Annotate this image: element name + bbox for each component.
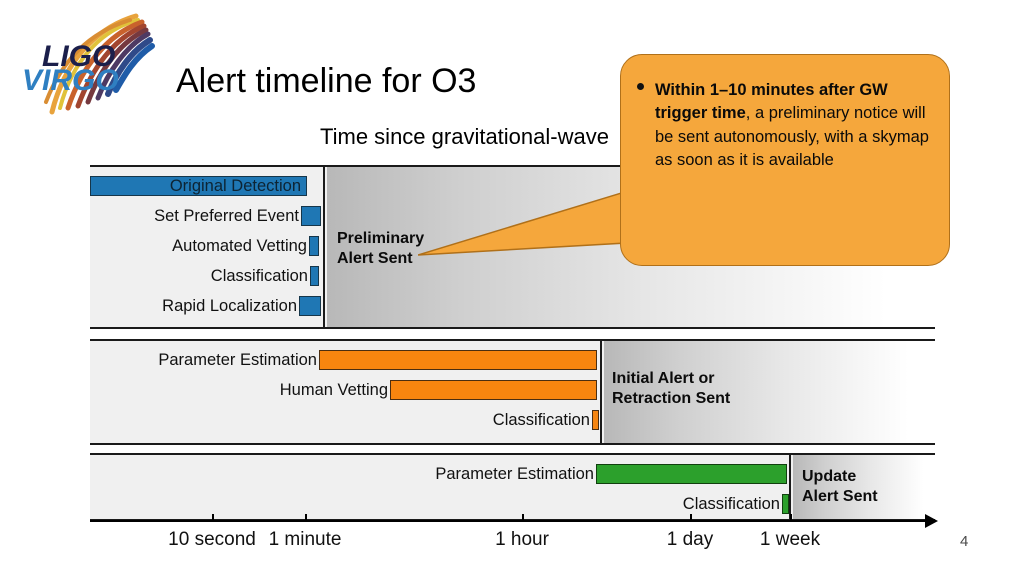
timeline-row: Parameter Estimation — [90, 349, 935, 371]
timeline-band-update: Update Alert Sent Parameter Estimation Clas… — [90, 453, 935, 521]
timeline-row-label: Classification — [492, 411, 590, 429]
timeline-bar — [319, 350, 597, 370]
timeline-bar — [301, 206, 321, 226]
timeline-row-label: Rapid Localization — [162, 297, 297, 315]
axis-tick — [790, 514, 792, 521]
timeline-row-label: Automated Vetting — [172, 237, 307, 255]
ligo-virgo-logo: LIGO VIRGO — [22, 13, 155, 115]
timeline-row: Human Vetting — [90, 379, 935, 401]
timeline-row: Classification — [90, 265, 935, 287]
axis-caption: Time since gravitational-wave — [320, 124, 609, 149]
callout-box: Within 1–10 minutes after GW trigger tim… — [620, 54, 950, 266]
timeline-row: Parameter Estimation — [90, 463, 935, 485]
timeline-row-label: Original Detection — [169, 177, 301, 195]
logo-text-virgo: VIRGO — [22, 64, 119, 97]
timeline-band-initial: Initial Alert or Retraction Sent Parameter… — [90, 339, 935, 445]
timeline-row: Rapid Localization — [90, 295, 935, 317]
page-number: 4 — [960, 533, 969, 550]
timeline-bar — [596, 464, 787, 484]
timeline-row-label: Set Preferred Event — [154, 207, 299, 225]
axis-tick — [690, 514, 692, 521]
timeline-row: Classification — [90, 409, 935, 431]
axis-tick-label: 1 minute — [268, 529, 342, 550]
timeline-row-label: Human Vetting — [279, 381, 388, 399]
axis-tick-label: 1 week — [759, 529, 821, 550]
timeline-row-label: Parameter Estimation — [158, 351, 317, 369]
callout-bullet-icon — [637, 83, 644, 90]
timeline-row-label: Classification — [210, 267, 308, 285]
timeline-row-label: Parameter Estimation — [435, 465, 594, 483]
axis-tick-label: 1 day — [666, 529, 714, 550]
timeline-row-label: Classification — [682, 495, 780, 513]
axis-tick-label: 10 second — [168, 529, 256, 550]
time-axis-arrow — [925, 514, 938, 528]
timeline-bar — [299, 296, 321, 316]
page-title: Alert timeline for O3 — [176, 62, 477, 100]
callout-text: Within 1–10 minutes after GW trigger tim… — [655, 79, 933, 173]
axis-tick — [522, 514, 524, 521]
axis-tick — [212, 514, 214, 521]
axis-tick-label: 1 hour — [495, 529, 549, 550]
time-axis-line — [90, 520, 932, 522]
timeline-bar — [390, 380, 597, 400]
timeline-row: Classification — [90, 493, 935, 515]
axis-tick — [305, 514, 307, 521]
